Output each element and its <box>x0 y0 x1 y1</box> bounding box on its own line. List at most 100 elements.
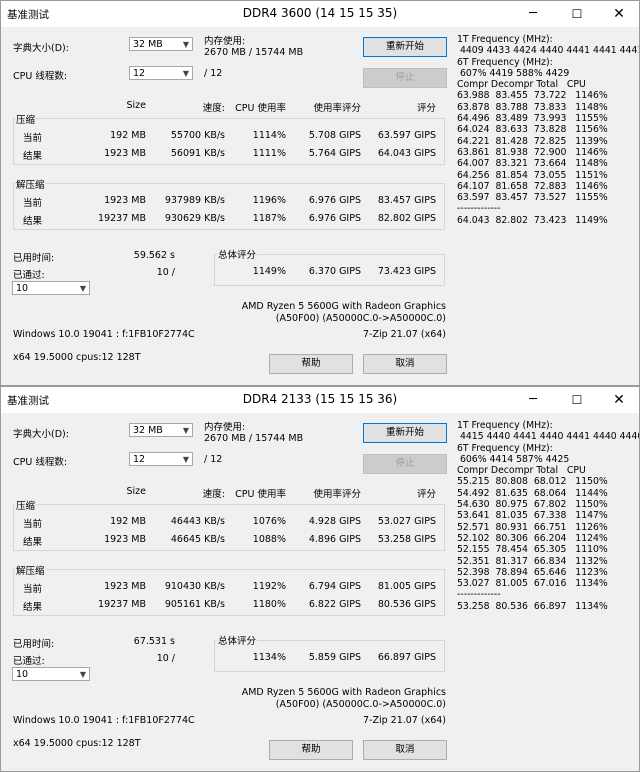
row-rating: 80.536 GIPS <box>377 599 436 610</box>
stop-button[interactable]: 停止 <box>363 68 447 88</box>
cancel-button[interactable]: 取消 <box>363 354 447 374</box>
row-size: 1923 MB <box>104 195 146 206</box>
row-speed: 46645 KB/s <box>170 534 225 545</box>
cpu-threads-select[interactable]: 12 ▼ <box>129 66 193 80</box>
compress-label: 压缩 <box>15 498 37 512</box>
cpu-threads-total: / 12 <box>204 454 223 465</box>
elapsed-time-value: 67.531 s <box>133 636 175 647</box>
row-cpu-usage: 1187% <box>252 213 286 224</box>
cpu-threads-label: CPU 线程数: <box>13 71 68 82</box>
passes-value: 10 <box>16 669 29 680</box>
chevron-down-icon: ▼ <box>79 670 86 679</box>
header-size: Size <box>126 100 146 111</box>
benchmark-window-ddr4-3600: 基准测试 DDR4 3600 (14 15 15 35) ─ ☐ ✕ 字典大小(… <box>0 0 640 386</box>
passed-label: 已通过: <box>13 270 45 281</box>
arch-info: x64 19.5000 cpus:12 128T <box>13 738 141 749</box>
close-icon[interactable]: ✕ <box>599 3 639 25</box>
row-speed: 46443 KB/s <box>170 516 225 527</box>
cpu-name: AMD Ryzen 5 5600G with Radeon Graphics <box>241 301 446 312</box>
memory-usage-label: 内存使用: <box>204 36 246 47</box>
dictionary-size-label: 字典大小(D): <box>13 429 69 440</box>
row-label: 结果 <box>23 602 43 613</box>
row-rating: 64.043 GIPS <box>377 148 436 159</box>
cpu-threads-value: 12 <box>133 454 146 465</box>
maximize-icon[interactable]: ☐ <box>557 3 597 25</box>
header-rating-per-usage: 使用率评分 <box>313 489 361 500</box>
cancel-button[interactable]: 取消 <box>363 740 447 760</box>
passed-value: 10 / <box>156 653 175 664</box>
cpu-id: (A50F00) (A50000C.0->A50000C.0) <box>275 313 446 324</box>
passes-select[interactable]: 10 ▼ <box>12 281 90 295</box>
row-rating-per-usage: 6.976 GIPS <box>308 213 361 224</box>
title-bar[interactable]: 基准测试 DDR4 3600 (14 15 15 35) ─ ☐ ✕ <box>1 1 639 27</box>
row-rating: 53.027 GIPS <box>377 516 436 527</box>
help-button[interactable]: 帮助 <box>269 740 353 760</box>
row-cpu-usage: 1111% <box>252 148 286 159</box>
row-size: 1923 MB <box>104 534 146 545</box>
elapsed-time-label: 已用时间: <box>13 253 55 264</box>
maximize-icon[interactable]: ☐ <box>557 389 597 411</box>
total-cpu-usage: 1149% <box>252 266 286 277</box>
row-cpu-usage: 1196% <box>252 195 286 206</box>
row-label: 结果 <box>23 537 43 548</box>
passes-value: 10 <box>16 283 29 294</box>
row-rating-per-usage: 6.794 GIPS <box>308 581 361 592</box>
header-cpu-usage: CPU 使用率 <box>235 489 286 500</box>
chevron-down-icon: ▼ <box>182 426 189 435</box>
cpu-threads-label: CPU 线程数: <box>13 457 68 468</box>
dictionary-size-select[interactable]: 32 MB ▼ <box>129 37 193 51</box>
row-size: 19237 MB <box>98 213 146 224</box>
dictionary-size-select[interactable]: 32 MB ▼ <box>129 423 193 437</box>
row-rating-per-usage: 5.708 GIPS <box>308 130 361 141</box>
dictionary-size-value: 32 MB <box>133 39 163 50</box>
restart-button[interactable]: 重新开始 <box>363 37 447 57</box>
os-info: Windows 10.0 19041 : f:1FB10F2774C <box>13 715 195 726</box>
frequency-results-panel: 1T Frequency (MHz): 4415 4440 4441 4440 … <box>457 420 639 612</box>
stop-button[interactable]: 停止 <box>363 454 447 474</box>
arch-info: x64 19.5000 cpus:12 128T <box>13 352 141 363</box>
row-cpu-usage: 1192% <box>252 581 286 592</box>
row-rating: 83.457 GIPS <box>377 195 436 206</box>
row-speed: 930629 KB/s <box>164 213 225 224</box>
header-speed: 速度: <box>202 489 225 500</box>
header-speed: 速度: <box>202 103 225 114</box>
total-rating-label: 总体评分 <box>217 633 258 647</box>
row-rating-per-usage: 5.764 GIPS <box>308 148 361 159</box>
row-cpu-usage: 1088% <box>252 534 286 545</box>
row-rating-per-usage: 6.822 GIPS <box>308 599 361 610</box>
header-rating: 评分 <box>416 103 436 114</box>
row-rating-per-usage: 6.976 GIPS <box>308 195 361 206</box>
elapsed-time-value: 59.562 s <box>133 250 175 261</box>
memory-usage-value: 2670 MB / 15744 MB <box>204 433 304 444</box>
row-label: 当前 <box>23 584 43 595</box>
close-icon[interactable]: ✕ <box>599 389 639 411</box>
total-rating-per-usage: 6.370 GIPS <box>308 266 361 277</box>
row-speed: 905161 KB/s <box>164 599 225 610</box>
restart-button[interactable]: 重新开始 <box>363 423 447 443</box>
chevron-down-icon: ▼ <box>182 40 189 49</box>
row-rating: 81.005 GIPS <box>377 581 436 592</box>
row-rating: 53.258 GIPS <box>377 534 436 545</box>
minimize-icon[interactable]: ─ <box>513 3 553 25</box>
help-button[interactable]: 帮助 <box>269 354 353 374</box>
header-size: Size <box>126 486 146 497</box>
chevron-down-icon: ▼ <box>79 284 86 293</box>
minimize-icon[interactable]: ─ <box>513 389 553 411</box>
elapsed-time-label: 已用时间: <box>13 639 55 650</box>
cpu-threads-select[interactable]: 12 ▼ <box>129 452 193 466</box>
compress-label: 压缩 <box>15 112 37 126</box>
passed-label: 已通过: <box>13 656 45 667</box>
row-speed: 910430 KB/s <box>164 581 225 592</box>
row-label: 结果 <box>23 151 43 162</box>
row-size: 1923 MB <box>104 581 146 592</box>
cpu-id: (A50F00) (A50000C.0->A50000C.0) <box>275 699 446 710</box>
row-label: 当前 <box>23 519 43 530</box>
total-rating-label: 总体评分 <box>217 247 258 261</box>
frequency-results-panel: 1T Frequency (MHz): 4409 4433 4424 4440 … <box>457 34 639 226</box>
row-label: 结果 <box>23 216 43 227</box>
row-rating-per-usage: 4.896 GIPS <box>308 534 361 545</box>
row-size: 1923 MB <box>104 148 146 159</box>
header-rating-per-usage: 使用率评分 <box>313 103 361 114</box>
passes-select[interactable]: 10 ▼ <box>12 667 90 681</box>
title-bar[interactable]: 基准测试 DDR4 2133 (15 15 15 36) ─ ☐ ✕ <box>1 387 639 413</box>
